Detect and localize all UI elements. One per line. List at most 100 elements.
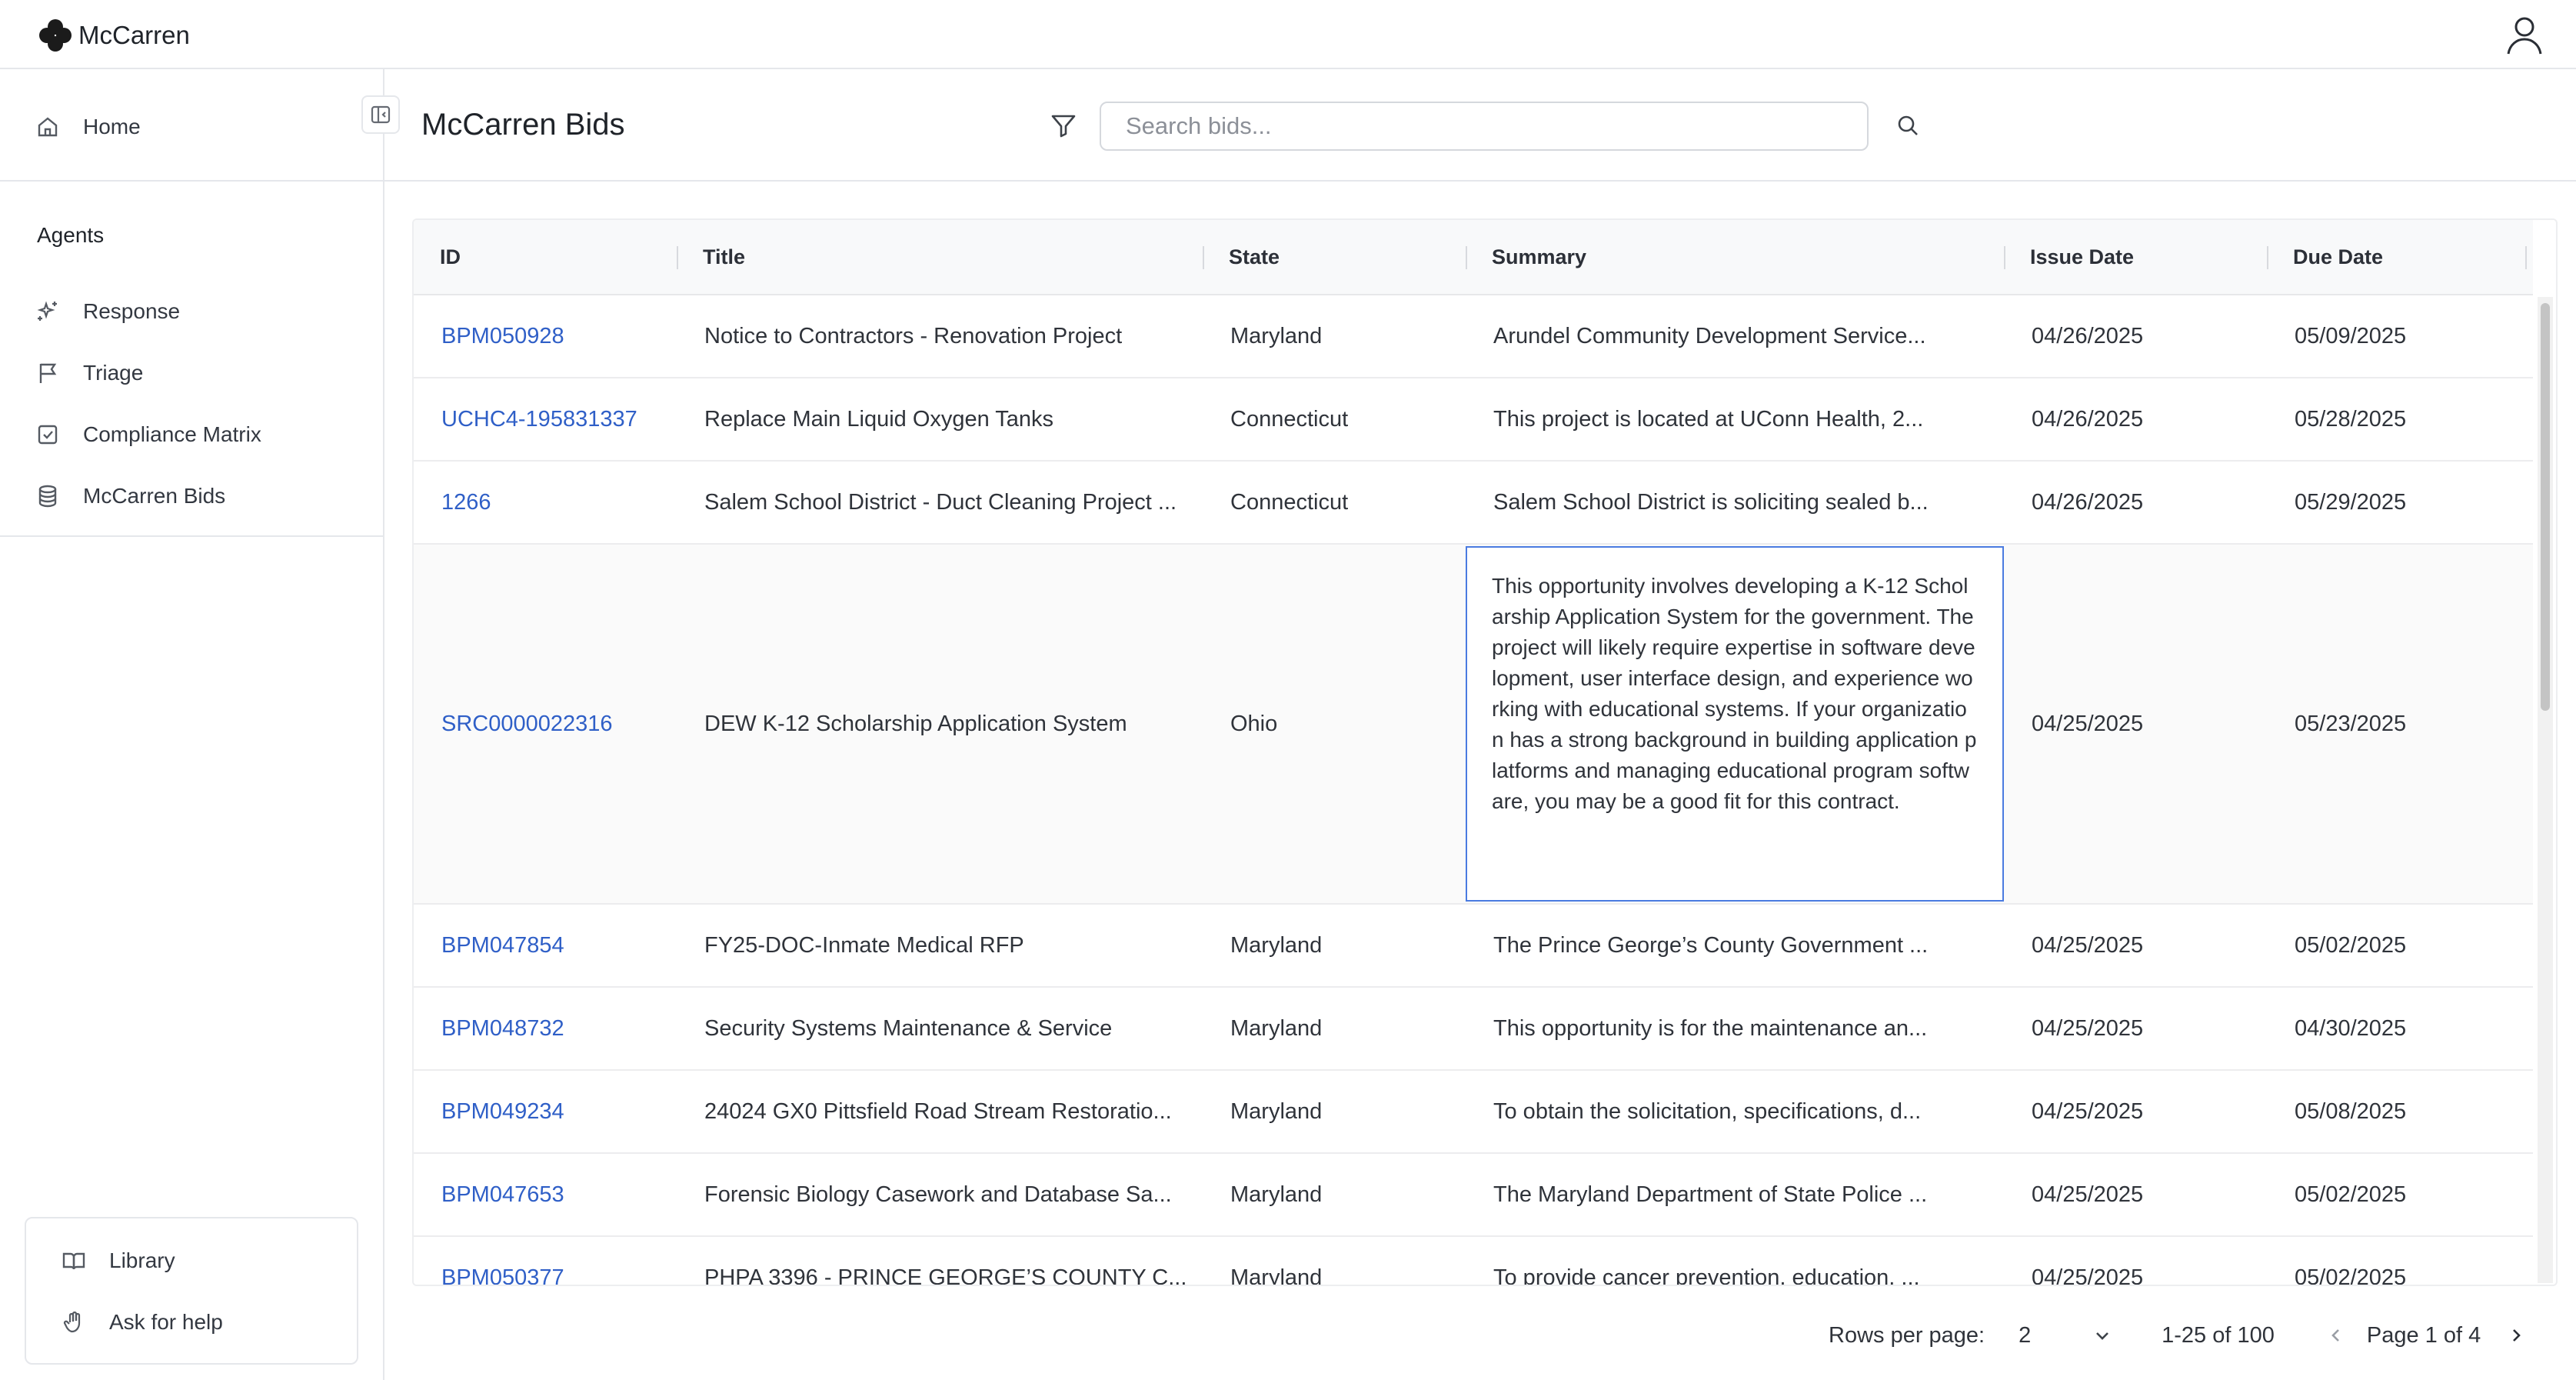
bid-id-link[interactable]: BPM050928	[414, 295, 677, 377]
bid-issue-date: 04/26/2025	[2032, 323, 2144, 348]
bid-id-link[interactable]: BPM047653	[414, 1154, 677, 1235]
database-icon	[38, 485, 57, 508]
bid-summary[interactable]: To provide cancer prevention, education,…	[1466, 1237, 2004, 1285]
bid-id-link[interactable]: BPM047854	[414, 905, 677, 986]
table-header: ID Title State Summary Issue Date Due Da…	[414, 220, 2533, 295]
filter-icon	[1051, 115, 1076, 138]
bid-title: PHPA 3396 - PRINCE GEORGE’S COUNTY C...	[704, 1265, 1187, 1286]
column-header-issue-date[interactable]: Issue Date	[2004, 220, 2267, 294]
scrollbar-thumb[interactable]	[2541, 303, 2550, 711]
bid-id-link[interactable]: 1266	[414, 462, 677, 543]
rows-per-page-label: Rows per page:	[1829, 1322, 1985, 1348]
sidebar-item-library[interactable]: Library	[62, 1242, 175, 1280]
bid-state: Maryland	[1230, 1098, 1323, 1124]
hand-icon	[63, 1311, 81, 1333]
bid-id-link[interactable]: BPM049234	[414, 1071, 677, 1152]
bid-state: Connecticut	[1230, 406, 1349, 432]
sidebar-item-label: Home	[83, 115, 141, 138]
next-page-button[interactable]	[2501, 1320, 2531, 1351]
sidebar-item-mccarren-bids[interactable]: McCarren Bids	[35, 477, 225, 515]
rows-per-page-value: 2	[2019, 1322, 2032, 1348]
sidebar-item-triage[interactable]: Triage	[35, 354, 143, 392]
bid-due-date: 05/29/2025	[2295, 489, 2407, 515]
search-icon	[1898, 115, 1918, 135]
sidebar-divider	[0, 535, 383, 537]
table-row[interactable]: UCHC4-195831337 Replace Main Liquid Oxyg…	[414, 378, 2533, 462]
bid-summary[interactable]: Salem School District is soliciting seal…	[1466, 462, 2004, 543]
sidebar-item-label: Library	[109, 1248, 175, 1272]
bid-state: Ohio	[1230, 711, 1278, 736]
collapse-sidebar-button[interactable]	[361, 95, 400, 134]
chevron-down-icon	[2096, 1332, 2109, 1340]
bid-title: Forensic Biology Casework and Database S…	[704, 1182, 1172, 1207]
bid-summary-expanded[interactable]: This opportunity involves developing a K…	[1466, 546, 2004, 902]
main-header: McCarren Bids	[384, 69, 2576, 182]
sidebar-item-label: Compliance Matrix	[83, 422, 261, 446]
bid-issue-date: 04/25/2025	[2032, 1098, 2144, 1124]
bid-issue-date: 04/25/2025	[2032, 1015, 2144, 1041]
column-resizer[interactable]	[2525, 246, 2527, 269]
sidebar-collapse-icon	[371, 105, 391, 124]
bid-id-link[interactable]: UCHC4-195831337	[414, 378, 677, 460]
bid-id-link[interactable]: SRC0000022316	[414, 545, 677, 903]
chevron-right-icon	[2513, 1329, 2521, 1342]
bid-title: Security Systems Maintenance & Service	[704, 1015, 1113, 1041]
flag-icon	[39, 363, 57, 383]
bid-issue-date: 04/25/2025	[2032, 1182, 2144, 1207]
column-header-title[interactable]: Title	[677, 220, 1203, 294]
bid-title: DEW K-12 Scholarship Application System	[704, 711, 1127, 736]
bid-title: Replace Main Liquid Oxygen Tanks	[704, 406, 1054, 432]
table-row-expanded[interactable]: SRC0000022316 DEW K-12 Scholarship Appli…	[414, 545, 2533, 905]
bid-id-link[interactable]: BPM050377	[414, 1237, 677, 1285]
bid-summary[interactable]: This opportunity is for the maintenance …	[1466, 988, 2004, 1069]
rows-per-page-select[interactable]: 2	[2019, 1318, 2115, 1353]
table-row[interactable]: 1266 Salem School District - Duct Cleani…	[414, 462, 2533, 545]
chevron-left-icon	[2331, 1329, 2339, 1342]
bid-due-date: 05/23/2025	[2295, 711, 2407, 736]
sidebar-divider	[0, 180, 383, 182]
bid-due-date: 05/08/2025	[2295, 1098, 2407, 1124]
sidebar-item-ask-for-help[interactable]: Ask for help	[62, 1303, 223, 1342]
table-row[interactable]: BPM047854 FY25-DOC-Inmate Medical RFP Ma…	[414, 905, 2533, 988]
sidebar-item-compliance-matrix[interactable]: Compliance Matrix	[35, 415, 261, 454]
bid-state: Maryland	[1230, 1265, 1323, 1286]
previous-page-button[interactable]	[2321, 1320, 2351, 1351]
sidebar-item-home[interactable]: Home	[35, 108, 141, 146]
agents-heading: Agents	[37, 223, 105, 247]
bid-summary[interactable]: This project is located at UConn Health,…	[1466, 378, 2004, 460]
search-button[interactable]	[1892, 109, 1924, 142]
bid-summary[interactable]: The Prince George’s County Government ..…	[1466, 905, 2004, 986]
bid-summary[interactable]: The Maryland Department of State Police …	[1466, 1154, 2004, 1235]
filter-button[interactable]	[1047, 109, 1080, 142]
bid-state: Maryland	[1230, 1015, 1323, 1041]
bid-due-date: 05/02/2025	[2295, 1182, 2407, 1207]
sidebar-item-label: Response	[83, 299, 181, 323]
sidebar: Home Agents Response Triage Compliance M…	[0, 69, 384, 1380]
bid-summary[interactable]: Arundel Community Development Service...	[1466, 295, 2004, 377]
table-scrollbar[interactable]	[2538, 297, 2553, 1283]
table-row[interactable]: BPM049234 24024 GX0 Pittsfield Road Stre…	[414, 1071, 2533, 1154]
bid-title: FY25-DOC-Inmate Medical RFP	[704, 932, 1024, 958]
bid-title: 24024 GX0 Pittsfield Road Stream Restora…	[704, 1098, 1172, 1124]
column-header-due-date[interactable]: Due Date	[2267, 220, 2530, 294]
user-avatar-icon[interactable]	[2504, 14, 2545, 55]
column-header-id[interactable]: ID	[414, 220, 677, 294]
column-header-state[interactable]: State	[1203, 220, 1466, 294]
table-row[interactable]: BPM048732 Security Systems Maintenance &…	[414, 988, 2533, 1071]
table-row[interactable]: BPM047653 Forensic Biology Casework and …	[414, 1154, 2533, 1237]
bid-id-link[interactable]: BPM048732	[414, 988, 677, 1069]
table-row[interactable]: BPM050928 Notice to Contractors - Renova…	[414, 295, 2533, 378]
bid-issue-date: 04/25/2025	[2032, 1265, 2144, 1286]
bid-summary[interactable]: To obtain the solicitation, specificatio…	[1466, 1071, 2004, 1152]
bid-issue-date: 04/25/2025	[2032, 711, 2144, 736]
search-input[interactable]	[1100, 102, 1869, 151]
sidebar-item-label: McCarren Bids	[83, 484, 226, 508]
table-row[interactable]: BPM050377 PHPA 3396 - PRINCE GEORGE’S CO…	[414, 1237, 2533, 1286]
bid-state: Connecticut	[1230, 489, 1349, 515]
app-logo[interactable]: McCarren	[37, 17, 190, 54]
pagination: Rows per page: 2 1-25 of 100 Page 1 of 4	[1829, 1317, 2531, 1354]
sidebar-item-response[interactable]: Response	[35, 292, 180, 331]
sparkles-icon	[37, 301, 57, 321]
bid-title: Notice to Contractors - Renovation Proje…	[704, 323, 1123, 348]
column-header-summary[interactable]: Summary	[1466, 220, 2004, 294]
